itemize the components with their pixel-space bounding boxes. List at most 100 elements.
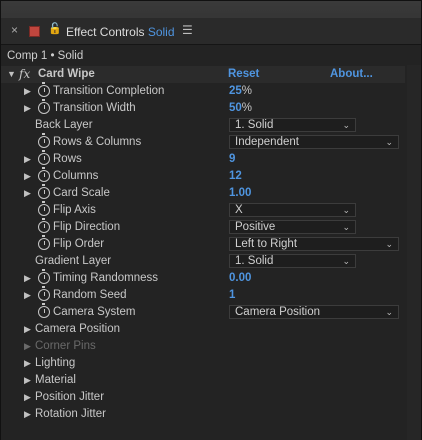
property-row: ▶ Timing Randomness 0.00	[1, 269, 405, 287]
card-scale-value[interactable]: 1.00	[229, 185, 251, 202]
property-row: ▶ Random Seed 1	[1, 286, 405, 304]
stopwatch-icon[interactable]	[38, 218, 50, 233]
card-scale-label: Card Scale	[53, 187, 110, 199]
expand-triangle-icon[interactable]: ▶	[24, 355, 31, 372]
property-row: Back Layer 1. Solid ⌄	[1, 117, 405, 134]
chevron-down-icon: ⌄	[342, 256, 350, 266]
stopwatch-icon[interactable]	[38, 303, 50, 318]
panel-tab[interactable]: Effect Controls Solid	[66, 25, 175, 39]
expand-triangle-icon[interactable]: ▼	[7, 66, 16, 83]
effect-properties: ▼ fx Card Wipe Reset About... ▶ Transiti…	[1, 65, 421, 440]
expand-triangle-icon[interactable]: ▶	[24, 168, 31, 185]
expand-triangle-icon[interactable]: ▶	[24, 321, 31, 338]
rows-value[interactable]: 9	[229, 151, 235, 168]
value-number[interactable]: 25	[229, 85, 242, 97]
stopwatch-icon[interactable]	[38, 235, 50, 250]
breadcrumb: Comp 1 • Solid	[7, 50, 84, 62]
random-seed-value[interactable]: 1	[229, 287, 235, 304]
stopwatch-icon[interactable]	[38, 150, 50, 165]
transition-width-label: Transition Width	[53, 102, 136, 114]
group-label: Rotation Jitter	[35, 408, 106, 420]
gradient-layer-dropdown[interactable]: 1. Solid ⌄	[229, 254, 356, 268]
chevron-down-icon: ⌄	[385, 307, 393, 317]
property-row: ▶ Card Scale 1.00	[1, 184, 405, 202]
property-row: Flip Axis X ⌄	[1, 201, 405, 219]
scrollbar-track[interactable]	[407, 65, 421, 440]
expand-triangle-icon[interactable]: ▶	[24, 83, 31, 100]
group-row-position-jitter[interactable]: ▶ Position Jitter	[1, 389, 405, 406]
lock-icon[interactable]: 🔓	[48, 22, 62, 35]
expand-triangle-icon[interactable]: ▶	[24, 406, 31, 423]
flip-order-label: Flip Order	[53, 238, 105, 250]
property-row: Flip Order Left to Right ⌄	[1, 235, 405, 253]
dropdown-value: Left to Right	[235, 238, 298, 250]
dropdown-value: Positive	[235, 221, 276, 233]
property-row: ▶ Transition Completion 25%	[1, 82, 405, 100]
group-label: Position Jitter	[35, 391, 105, 403]
expand-triangle-icon[interactable]: ▶	[24, 338, 31, 355]
columns-value[interactable]: 12	[229, 168, 242, 185]
chevron-down-icon: ⌄	[342, 120, 350, 130]
chevron-down-icon: ⌄	[342, 205, 350, 215]
chevron-down-icon: ⌄	[385, 239, 393, 249]
dropdown-value: Independent	[235, 136, 299, 148]
value-unit: %	[241, 102, 253, 114]
fx-toggle-icon[interactable]: fx	[19, 66, 30, 83]
back-layer-dropdown[interactable]: 1. Solid ⌄	[229, 118, 356, 132]
timing-randomness-label: Timing Randomness	[53, 272, 159, 284]
flip-direction-label: Flip Direction	[53, 221, 121, 233]
camera-system-dropdown[interactable]: Camera Position ⌄	[229, 305, 399, 319]
expand-triangle-icon[interactable]: ▶	[24, 151, 31, 168]
reset-button[interactable]: Reset	[228, 66, 259, 83]
group-label: Lighting	[35, 357, 76, 369]
property-row: ▶ Columns 12	[1, 167, 405, 185]
stopwatch-icon[interactable]	[38, 184, 50, 199]
group-row-camera-position[interactable]: ▶ Camera Position	[1, 321, 405, 338]
transition-width-value[interactable]: 50%	[229, 100, 252, 117]
about-button[interactable]: About...	[330, 66, 373, 83]
value-unit: %	[241, 85, 253, 97]
stopwatch-icon[interactable]	[38, 167, 50, 182]
property-row: Camera System Camera Position ⌄	[1, 303, 405, 321]
effect-header-row[interactable]: ▼ fx Card Wipe Reset About...	[1, 66, 405, 83]
stopwatch-icon[interactable]	[38, 82, 50, 97]
transition-completion-value[interactable]: 25%	[229, 83, 252, 100]
group-label: Material	[35, 374, 76, 386]
label-color-swatch[interactable]	[29, 26, 40, 37]
chevron-down-icon: ⌄	[385, 137, 393, 147]
expand-triangle-icon[interactable]: ▶	[24, 100, 31, 117]
tab-layer-name[interactable]: Solid	[148, 25, 175, 39]
group-label: Corner Pins	[35, 340, 96, 352]
rows-columns-dropdown[interactable]: Independent ⌄	[229, 135, 399, 149]
group-row-material[interactable]: ▶ Material	[1, 372, 405, 389]
stopwatch-icon[interactable]	[38, 201, 50, 216]
dropdown-value: 1. Solid	[235, 119, 274, 131]
stopwatch-icon[interactable]	[38, 133, 50, 148]
flip-direction-dropdown[interactable]: Positive ⌄	[229, 220, 356, 234]
stopwatch-icon[interactable]	[38, 99, 50, 114]
timing-randomness-value[interactable]: 0.00	[229, 270, 251, 287]
expand-triangle-icon[interactable]: ▶	[24, 389, 31, 406]
panel-menu-icon[interactable]: ☰	[182, 23, 193, 37]
back-layer-label: Back Layer	[35, 119, 93, 131]
value-number[interactable]: 50	[229, 102, 242, 114]
property-row: Flip Direction Positive ⌄	[1, 218, 405, 236]
random-seed-label: Random Seed	[53, 289, 127, 301]
expand-triangle-icon[interactable]: ▶	[24, 372, 31, 389]
group-row-rotation-jitter[interactable]: ▶ Rotation Jitter	[1, 406, 405, 423]
expand-triangle-icon[interactable]: ▶	[24, 185, 31, 202]
stopwatch-icon[interactable]	[38, 286, 50, 301]
group-row-lighting[interactable]: ▶ Lighting	[1, 355, 405, 372]
expand-triangle-icon[interactable]: ▶	[24, 287, 31, 304]
close-icon[interactable]: ×	[11, 23, 18, 37]
flip-order-dropdown[interactable]: Left to Right ⌄	[229, 237, 399, 251]
expand-triangle-icon[interactable]: ▶	[24, 270, 31, 287]
columns-label: Columns	[53, 170, 99, 182]
group-row-corner-pins[interactable]: ▶ Corner Pins	[1, 338, 405, 355]
property-row: ▶ Rows 9	[1, 150, 405, 168]
flip-axis-dropdown[interactable]: X ⌄	[229, 203, 356, 217]
stopwatch-icon[interactable]	[38, 269, 50, 284]
dropdown-value: Camera Position	[235, 306, 321, 318]
property-row: Gradient Layer 1. Solid ⌄	[1, 253, 405, 270]
rows-columns-label: Rows & Columns	[53, 136, 142, 148]
